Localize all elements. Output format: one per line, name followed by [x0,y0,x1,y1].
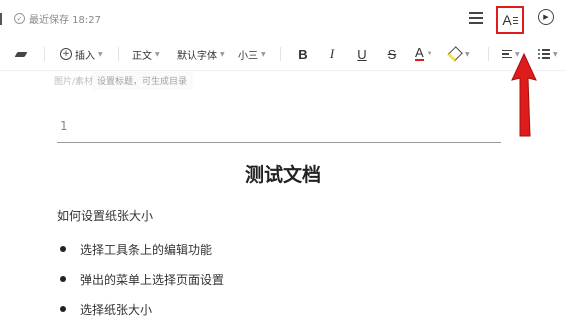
insert-button[interactable]: + 插入 ▼ [60,46,103,62]
bullet-dot-icon [60,306,66,312]
font-family-dropdown[interactable]: 默认字体 ▼ [177,46,225,62]
highlight-button[interactable]: ▼ [447,46,470,62]
font-color-button[interactable]: A ▼ [415,46,433,62]
annotation-arrow-icon [511,52,537,137]
bullet-list: 选择工具条上的编辑功能 弹出的菜单上选择页面设置 选择纸张大小 [60,234,224,324]
chevron-down-icon: ▼ [155,50,160,58]
check-circle-icon: ✓ [14,13,25,24]
heading-placeholder[interactable]: 1 [60,119,68,133]
document-paragraph[interactable]: 如何设置纸张大小 [57,207,153,224]
highlighter-icon [447,46,463,62]
chevron-down-icon: ▼ [553,50,558,58]
bullet-dot-icon [60,276,66,282]
top-status-bar: ✓ 最近保存 18:27 A ▶ [0,0,566,38]
tooltip-faded-text: 图片/素材 [54,76,94,87]
list-item-text: 弹出的菜单上选择页面设置 [80,272,225,287]
clear-format-icon[interactable] [14,46,28,62]
toolbar-divider [488,47,489,61]
play-icon[interactable]: ▶ [538,9,554,25]
lines-icon [512,16,518,24]
chevron-down-icon: ▼ [98,50,103,58]
font-size-label: 小三 [238,50,258,62]
sidebar-edge [0,13,2,25]
bullet-dot-icon [60,246,66,252]
heading-underline [57,142,501,143]
plus-circle-icon: + [60,48,72,60]
font-size-dropdown[interactable]: 小三 ▼ [238,46,266,62]
list-item-text: 选择纸张大小 [80,302,153,317]
paragraph-style-label: 正文 [132,50,152,62]
chevron-down-icon: ▼ [220,50,225,58]
list-item[interactable]: 选择工具条上的编辑功能 [60,234,224,264]
insert-label: 插入 [75,50,95,62]
paragraph-style-dropdown[interactable]: 正文 ▼ [132,46,160,62]
italic-button[interactable]: I [325,46,339,62]
underline-button[interactable]: U [355,46,369,62]
bold-button[interactable]: B [296,46,310,62]
chevron-down-icon: ▼ [261,50,266,58]
toolbar-divider [118,47,119,61]
font-family-label: 默认字体 [177,50,217,62]
toolbar-divider [44,47,45,61]
menu-icon[interactable] [468,12,484,24]
chevron-down-icon: ▼ [465,50,470,58]
chevron-down-icon: ▼ [426,51,433,57]
list-item[interactable]: 选择纸张大小 [60,294,224,324]
list-item[interactable]: 弹出的菜单上选择页面设置 [60,264,224,294]
save-status-text: 最近保存 18:27 [29,15,101,26]
list-item-text: 选择工具条上的编辑功能 [80,242,213,257]
tooltip-text: 设置标题，可生成目录 [93,72,192,88]
strikethrough-button[interactable]: S [385,46,399,62]
toolbar-divider [280,47,281,61]
heading-tooltip: 图片/素材 设置标题，可生成目录 [50,72,195,88]
font-color-glyph: A [415,45,424,61]
save-status: ✓ 最近保存 18:27 [14,11,101,26]
formatting-toolbar: + 插入 ▼ 正文 ▼ 默认字体 ▼ 小三 ▼ B I U S A ▼ ▼ ▼ … [0,38,566,71]
document-title[interactable]: 测试文档 [0,160,566,187]
font-style-glyph: A [502,12,512,28]
font-style-button[interactable]: A [496,6,524,34]
